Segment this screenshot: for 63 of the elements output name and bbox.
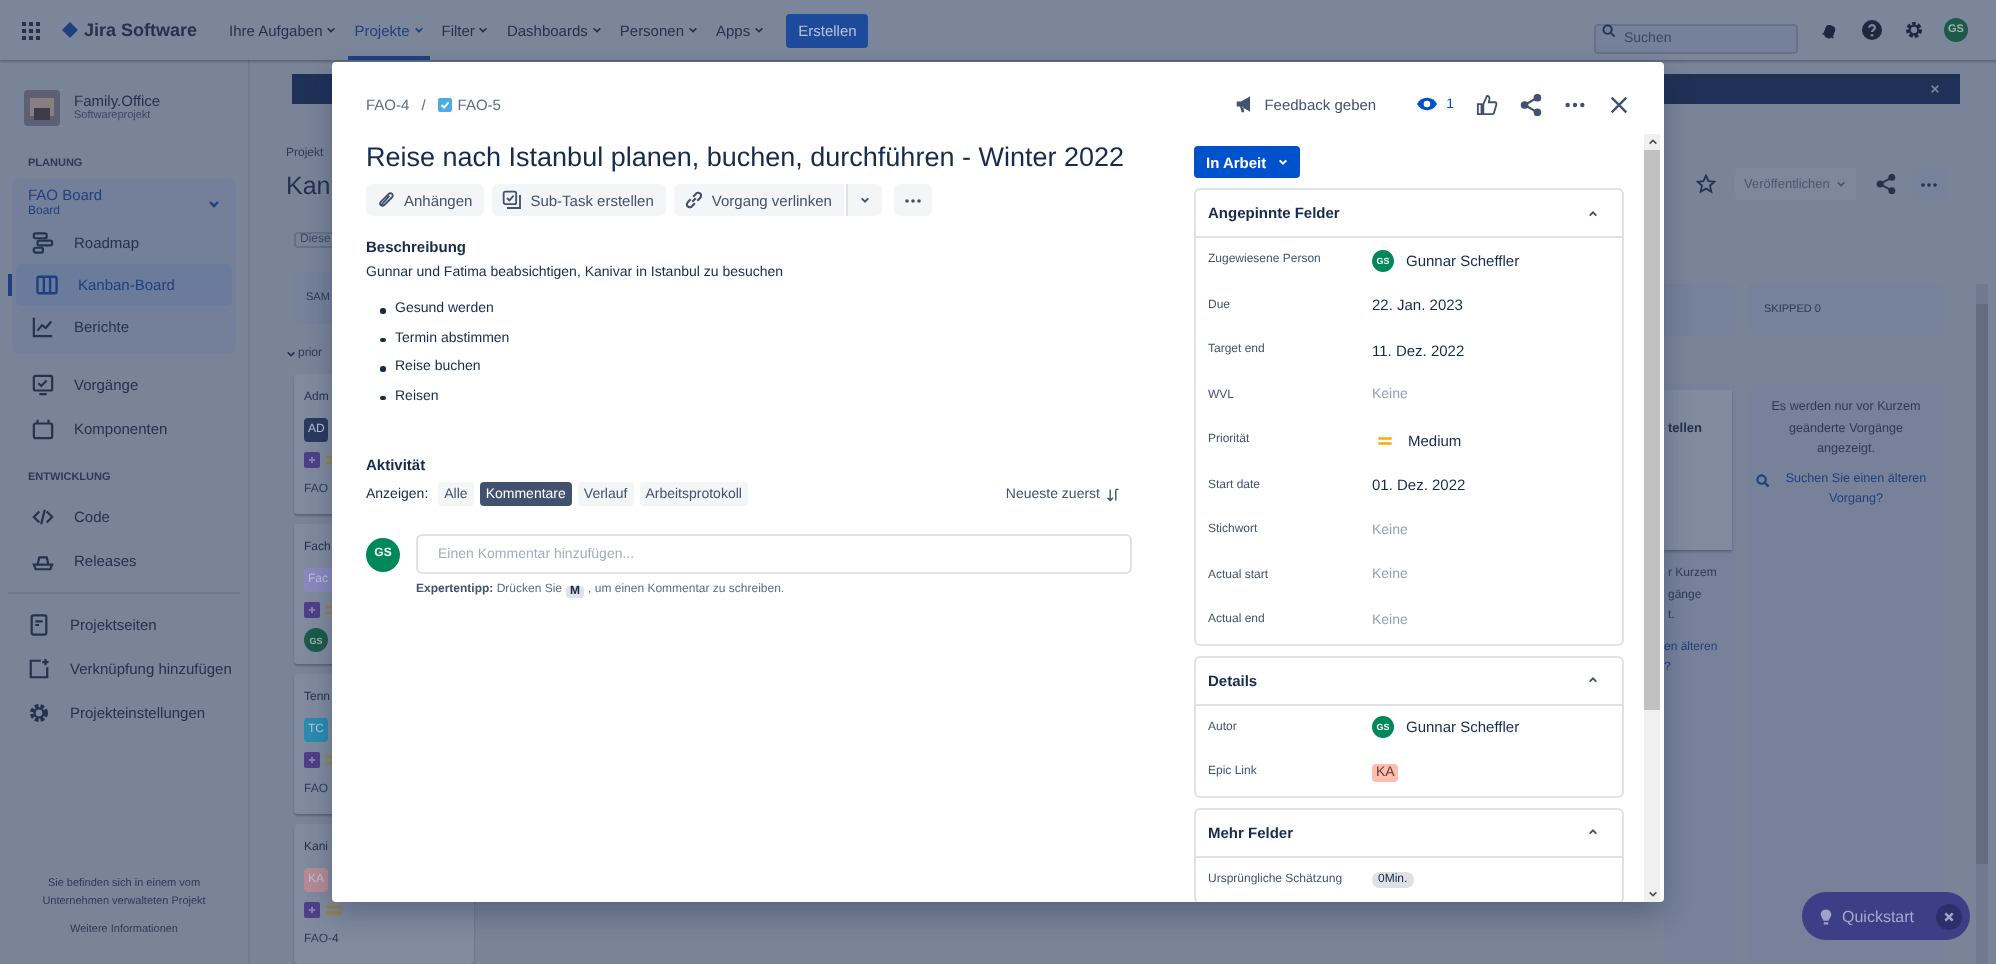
subtask-icon (502, 190, 523, 210)
issue-title[interactable]: Reise nach Istanbul planen, buchen, durchführen - Winter 2022 (366, 140, 1160, 176)
story-icon (304, 752, 320, 768)
shortcut-icon (28, 657, 50, 679)
diamond-logo-icon (62, 22, 78, 38)
priority-icon (326, 902, 342, 918)
paperclip-icon (376, 190, 396, 210)
close-icon[interactable] (1936, 903, 1962, 929)
star-icon[interactable] (1696, 174, 1716, 194)
more-button[interactable] (1911, 168, 1946, 200)
caret-icon (413, 26, 424, 34)
link-icon (683, 190, 704, 210)
column-header (1664, 284, 1736, 336)
components-icon (32, 417, 54, 439)
more-icon (1919, 181, 1938, 187)
caret-icon (478, 26, 489, 34)
story-icon (304, 452, 320, 468)
caret-icon (754, 26, 765, 34)
more-button[interactable] (893, 184, 932, 216)
scrollbar[interactable] (1644, 134, 1660, 902)
sort-icon (1106, 487, 1120, 501)
issues-icon (32, 373, 54, 395)
product-logo[interactable]: Jira Software (84, 20, 198, 40)
caret-icon (688, 26, 698, 34)
story-icon (304, 602, 320, 618)
caret-icon (591, 26, 602, 34)
roadmap-icon (32, 232, 54, 254)
chevron-up-icon[interactable] (1588, 828, 1598, 836)
share-icon[interactable] (1875, 174, 1896, 194)
priority-icon (1378, 435, 1392, 446)
caret-icon (326, 26, 337, 34)
scroll-down-icon[interactable] (1647, 890, 1657, 898)
help-icon[interactable] (1862, 20, 1882, 40)
settings-icon[interactable] (1904, 20, 1924, 40)
quickstart-button[interactable]: Quickstart (1802, 892, 1970, 940)
close-icon[interactable] (1930, 84, 1940, 94)
scroll-up-icon[interactable] (1647, 138, 1657, 146)
thumbs-up-icon[interactable] (1476, 93, 1498, 115)
settings-icon (28, 701, 50, 723)
search-icon (1602, 23, 1616, 37)
pages-icon (28, 613, 50, 635)
chevron-up-icon[interactable] (1588, 676, 1598, 684)
task-icon (437, 97, 452, 111)
lightbulb-icon (1820, 907, 1832, 925)
reports-icon (32, 316, 54, 338)
more-icon (903, 197, 922, 203)
chevron-down-icon (286, 350, 296, 358)
board-icon (36, 274, 58, 296)
eye-icon (1416, 94, 1439, 114)
close-icon[interactable] (1608, 93, 1630, 115)
chevron-down-icon (859, 196, 870, 204)
chevron-down-icon (1278, 158, 1289, 166)
notification-icon[interactable] (1820, 20, 1840, 40)
chevron-up-icon[interactable] (1588, 209, 1598, 217)
app-grid-icon[interactable] (22, 21, 40, 39)
share-icon[interactable] (1520, 93, 1542, 115)
caret-icon (1835, 180, 1846, 188)
search-icon (1756, 473, 1770, 487)
board-title: Kan (286, 170, 332, 202)
project-avatar-icon (24, 90, 60, 126)
story-icon (304, 902, 320, 918)
chevron-down-icon (208, 200, 220, 208)
code-icon (32, 505, 54, 527)
